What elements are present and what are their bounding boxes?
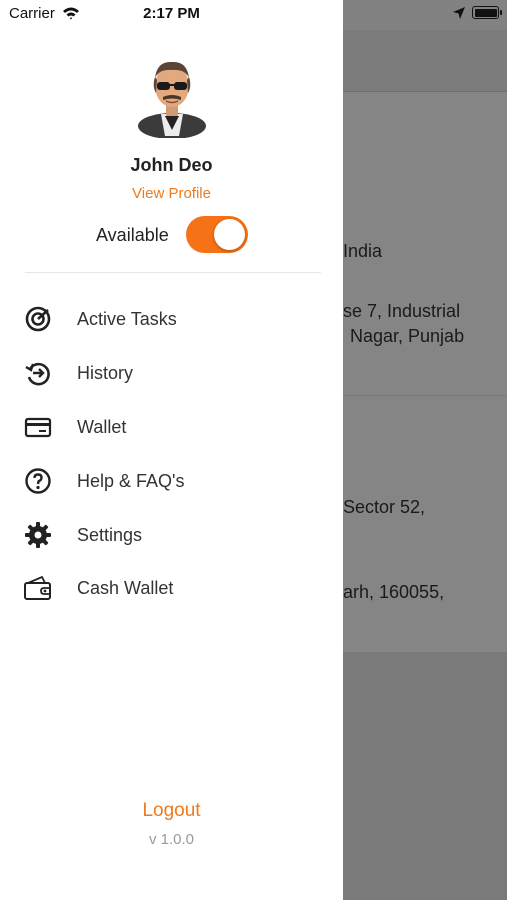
view-profile-link[interactable]: View Profile: [0, 185, 343, 202]
target-icon: [22, 303, 54, 335]
battery-level: [474, 8, 497, 17]
battery-icon: [472, 6, 502, 19]
menu-item-history[interactable]: History: [22, 353, 322, 393]
menu-item-help[interactable]: Help & FAQ's: [22, 461, 322, 501]
menu-item-label: History: [77, 362, 134, 383]
help-icon: [22, 465, 54, 497]
menu-item-label: Cash Wallet: [77, 577, 174, 598]
cash-wallet-icon: [22, 572, 54, 604]
avatar[interactable]: [135, 56, 209, 138]
history-icon: [22, 357, 54, 389]
app-version: v 1.0.0: [148, 831, 195, 848]
logout-button[interactable]: Logout: [0, 800, 343, 822]
card-icon: [22, 411, 54, 443]
menu-item-label: Wallet: [77, 416, 127, 437]
background-text-line: Sector 52,: [343, 497, 426, 517]
background-text-line: arh, 160055,: [343, 582, 445, 602]
background-text-line: Nagar, Punjab: [350, 326, 465, 346]
menu-item-label: Settings: [77, 524, 143, 545]
availability-row: Available: [96, 215, 248, 255]
divider: [25, 272, 321, 273]
background-text-line: se 7, Industrial: [343, 301, 461, 321]
availability-label: Available: [96, 224, 169, 245]
menu-item-label: Active Tasks: [77, 308, 177, 329]
toggle-knob: [214, 219, 245, 250]
availability-toggle[interactable]: [186, 216, 248, 253]
background-divider: [343, 395, 507, 396]
status-time: 2:17 PM: [143, 5, 200, 22]
gear-icon: [22, 519, 54, 551]
menu-item-cash-wallet[interactable]: Cash Wallet: [22, 568, 322, 608]
user-name: John Deo: [130, 155, 213, 175]
menu-item-wallet[interactable]: Wallet: [22, 407, 322, 447]
side-drawer: John Deo View Profile Available Active T…: [0, 0, 343, 900]
menu-item-active-tasks[interactable]: Active Tasks: [22, 299, 322, 339]
background-text-line: India: [343, 241, 383, 261]
location-arrow-icon: [453, 7, 465, 19]
menu-item-settings[interactable]: Settings: [22, 515, 322, 555]
menu-item-label: Help & FAQ's: [77, 470, 185, 491]
